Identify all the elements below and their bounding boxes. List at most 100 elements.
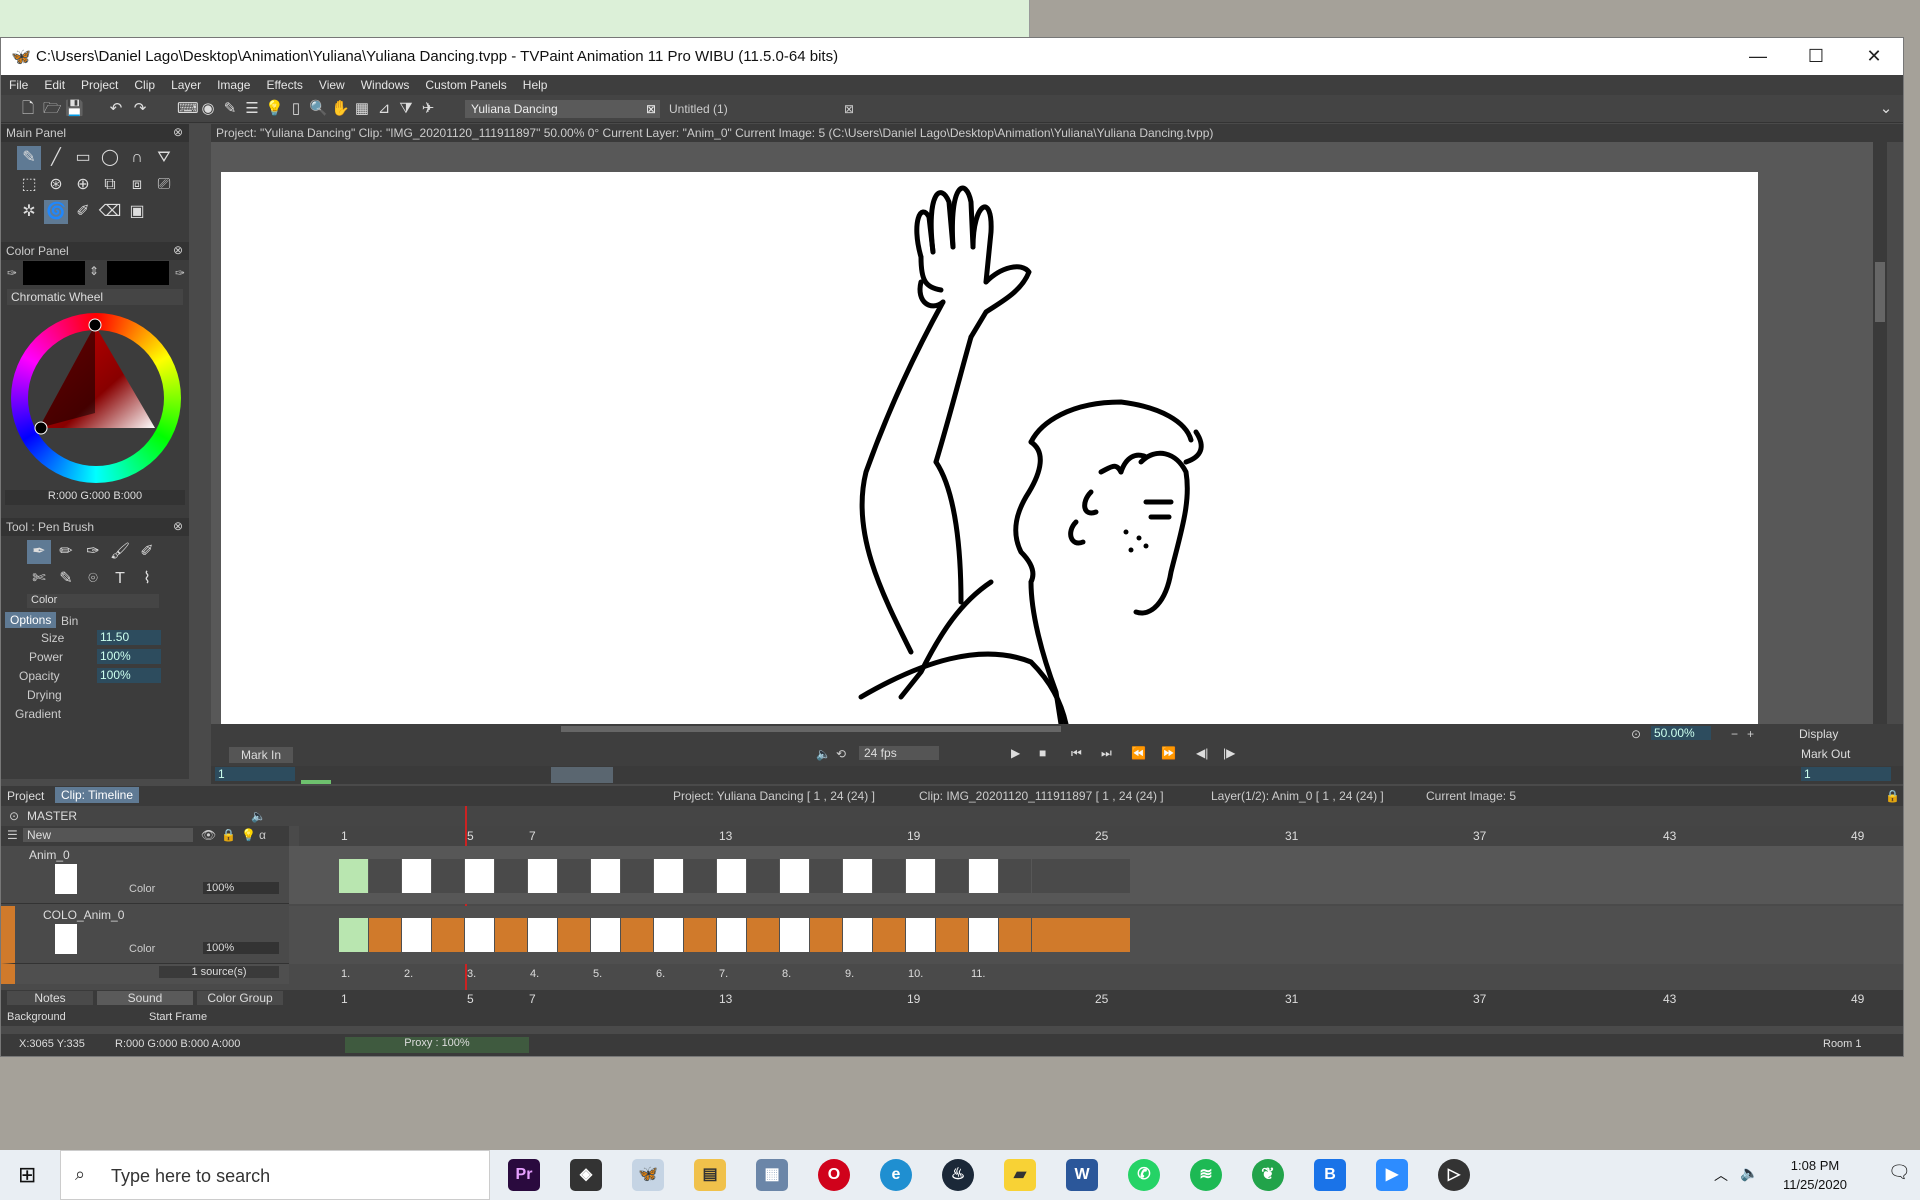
layers-icon[interactable]: ☰ xyxy=(243,100,261,118)
magic-wand-icon[interactable]: ⊛ xyxy=(44,173,68,197)
timeline-hold-cell[interactable] xyxy=(936,918,968,952)
menu-project[interactable]: Project xyxy=(73,75,126,95)
layer-colo-anim-0[interactable]: COLO_Anim_0 Color 100% xyxy=(1,906,1903,964)
layer-mode[interactable]: Color xyxy=(129,943,155,955)
lock-icon[interactable]: 🔒 xyxy=(221,828,236,842)
timeline-cell[interactable] xyxy=(843,859,872,893)
secondary-color-swatch[interactable] xyxy=(107,261,169,285)
pen-brush-icon[interactable]: ✒ xyxy=(27,540,51,564)
spiral-icon[interactable]: 🌀 xyxy=(44,200,68,224)
timeline-cell[interactable] xyxy=(969,859,998,893)
wheel-mode-select[interactable]: Chromatic Wheel xyxy=(7,289,183,305)
timeline-cell[interactable] xyxy=(528,859,557,893)
drawing-canvas[interactable] xyxy=(221,172,1758,724)
fps-select[interactable]: 24 fps xyxy=(859,746,939,760)
menu-view[interactable]: View xyxy=(311,75,353,95)
timeline-hold-cell[interactable] xyxy=(810,859,842,893)
eye-icon[interactable]: 👁 xyxy=(201,828,216,842)
stamp-icon[interactable]: ▣ xyxy=(125,200,149,224)
keyboard-icon[interactable]: ⌨ xyxy=(177,100,199,118)
timeline-cell[interactable] xyxy=(465,859,494,893)
layer-mode[interactable]: Color xyxy=(129,883,155,895)
timeline-cell[interactable] xyxy=(339,918,368,952)
sound-icon[interactable]: 🔈 xyxy=(251,809,266,823)
timeline-ruler[interactable]: 1 5 7 13 19 25 31 37 43 49 xyxy=(299,826,1903,846)
send-icon[interactable]: ✈ xyxy=(419,100,437,118)
display-menu[interactable]: Display xyxy=(1799,727,1838,741)
timeline-hold-cell[interactable] xyxy=(873,918,905,952)
alpha-icon[interactable]: α xyxy=(259,828,266,842)
timeline-cell[interactable] xyxy=(717,859,746,893)
sources-count[interactable]: 1 source(s) xyxy=(159,966,279,978)
edge-icon[interactable]: e xyxy=(880,1159,912,1191)
ellipse-icon[interactable]: ◯ xyxy=(98,146,122,170)
premiere-icon[interactable]: Pr xyxy=(508,1159,540,1191)
close-icon[interactable]: ⊗ xyxy=(173,125,183,139)
canvas-vertical-scrollbar[interactable] xyxy=(1873,142,1887,724)
tab-yuliana-dancing[interactable]: Yuliana Dancing ⊠ xyxy=(465,100,660,118)
in-field[interactable]: 1 xyxy=(215,767,295,781)
background-select[interactable]: Background xyxy=(7,1011,66,1023)
timeline-hold-cell[interactable] xyxy=(873,859,905,893)
timeline-cell[interactable] xyxy=(906,859,935,893)
tab-project[interactable]: Project xyxy=(7,789,44,803)
zoom-out-icon[interactable]: − xyxy=(1731,727,1738,741)
color-wheel[interactable] xyxy=(11,313,181,483)
app-leaf-icon[interactable]: ❦ xyxy=(1252,1159,1284,1191)
timeline-cell[interactable] xyxy=(843,918,872,952)
drop-icon[interactable]: ⌾ xyxy=(81,567,105,591)
davinci-icon[interactable]: ◈ xyxy=(570,1159,602,1191)
scanner-icon[interactable]: ▦ xyxy=(756,1159,788,1191)
rewind-icon[interactable]: ⏪ xyxy=(1131,746,1146,760)
tab-bin[interactable]: Bin xyxy=(61,614,78,628)
primary-color-swatch[interactable] xyxy=(23,261,85,285)
frame-slider[interactable]: 1 1 xyxy=(211,766,1903,784)
color-wheel-icon[interactable]: ◉ xyxy=(199,100,217,118)
timeline-cell[interactable] xyxy=(402,859,431,893)
whatsapp-icon[interactable]: ✆ xyxy=(1128,1159,1160,1191)
save-icon[interactable]: 💾 xyxy=(65,100,84,118)
master-toggle-icon[interactable]: ⊙ xyxy=(9,809,19,823)
tab-untitled[interactable]: Untitled (1) ⊠ xyxy=(663,100,858,118)
timeline-hold-cell[interactable] xyxy=(999,859,1031,893)
knife-icon[interactable]: ✄ xyxy=(27,567,51,591)
brush-settings-icon[interactable]: ✲ xyxy=(17,200,41,224)
close-icon[interactable]: ✕ xyxy=(1845,38,1903,75)
layers-icon[interactable]: ☰ xyxy=(7,828,18,842)
spotify-icon[interactable]: ≋ xyxy=(1190,1159,1222,1191)
timeline-hold-cell[interactable] xyxy=(747,859,779,893)
eraser-icon[interactable]: ⌫ xyxy=(98,200,122,224)
mark-out-button[interactable]: Mark Out xyxy=(1801,747,1850,761)
crop-icon[interactable]: ⧉ xyxy=(98,173,122,197)
transform-icon[interactable]: ⊕ xyxy=(71,173,95,197)
opera-icon[interactable]: O xyxy=(818,1159,850,1191)
timeline-hold-cell[interactable] xyxy=(495,918,527,952)
volume-icon[interactable]: 🔈 xyxy=(1740,1164,1759,1182)
tab-options[interactable]: Options xyxy=(5,612,57,628)
timeline-cell[interactable] xyxy=(906,918,935,952)
close-icon[interactable]: ⊗ xyxy=(173,243,183,257)
prev-frame-icon[interactable]: ◀| xyxy=(1196,746,1208,760)
close-tab-icon[interactable]: ⊠ xyxy=(844,102,854,116)
rectangle-icon[interactable]: ▭ xyxy=(71,146,95,170)
timeline-cell[interactable] xyxy=(591,859,620,893)
booking-icon[interactable]: B xyxy=(1314,1159,1346,1191)
sticky-notes-icon[interactable]: ▰ xyxy=(1004,1159,1036,1191)
timeline-hold-cell[interactable] xyxy=(621,918,653,952)
timeline-hold-cell[interactable] xyxy=(999,918,1031,952)
taskbar-search[interactable]: ⌕ Type here to search xyxy=(60,1150,490,1200)
crayon-icon[interactable]: ✎ xyxy=(54,567,78,591)
zoom-field[interactable]: 50.00% xyxy=(1651,726,1711,740)
paint-icon[interactable]: ✐ xyxy=(71,200,95,224)
timeline-hold-cell[interactable] xyxy=(558,859,590,893)
timeline-hold-cell[interactable] xyxy=(432,918,464,952)
next-frame-icon[interactable]: |▶ xyxy=(1223,746,1235,760)
airbrush-icon[interactable]: ✑ xyxy=(81,540,105,564)
frame-slider-thumb[interactable] xyxy=(551,767,613,783)
phone-icon[interactable]: ▯ xyxy=(287,100,305,118)
tools-icon[interactable]: ✎ xyxy=(221,100,239,118)
selection-icon[interactable]: ⬚ xyxy=(17,173,41,197)
fill-icon[interactable]: ⛛ xyxy=(152,146,176,170)
canvas-horizontal-scrollbar[interactable] xyxy=(561,726,1061,732)
tvpaint-icon[interactable]: 🦋 xyxy=(632,1159,664,1191)
